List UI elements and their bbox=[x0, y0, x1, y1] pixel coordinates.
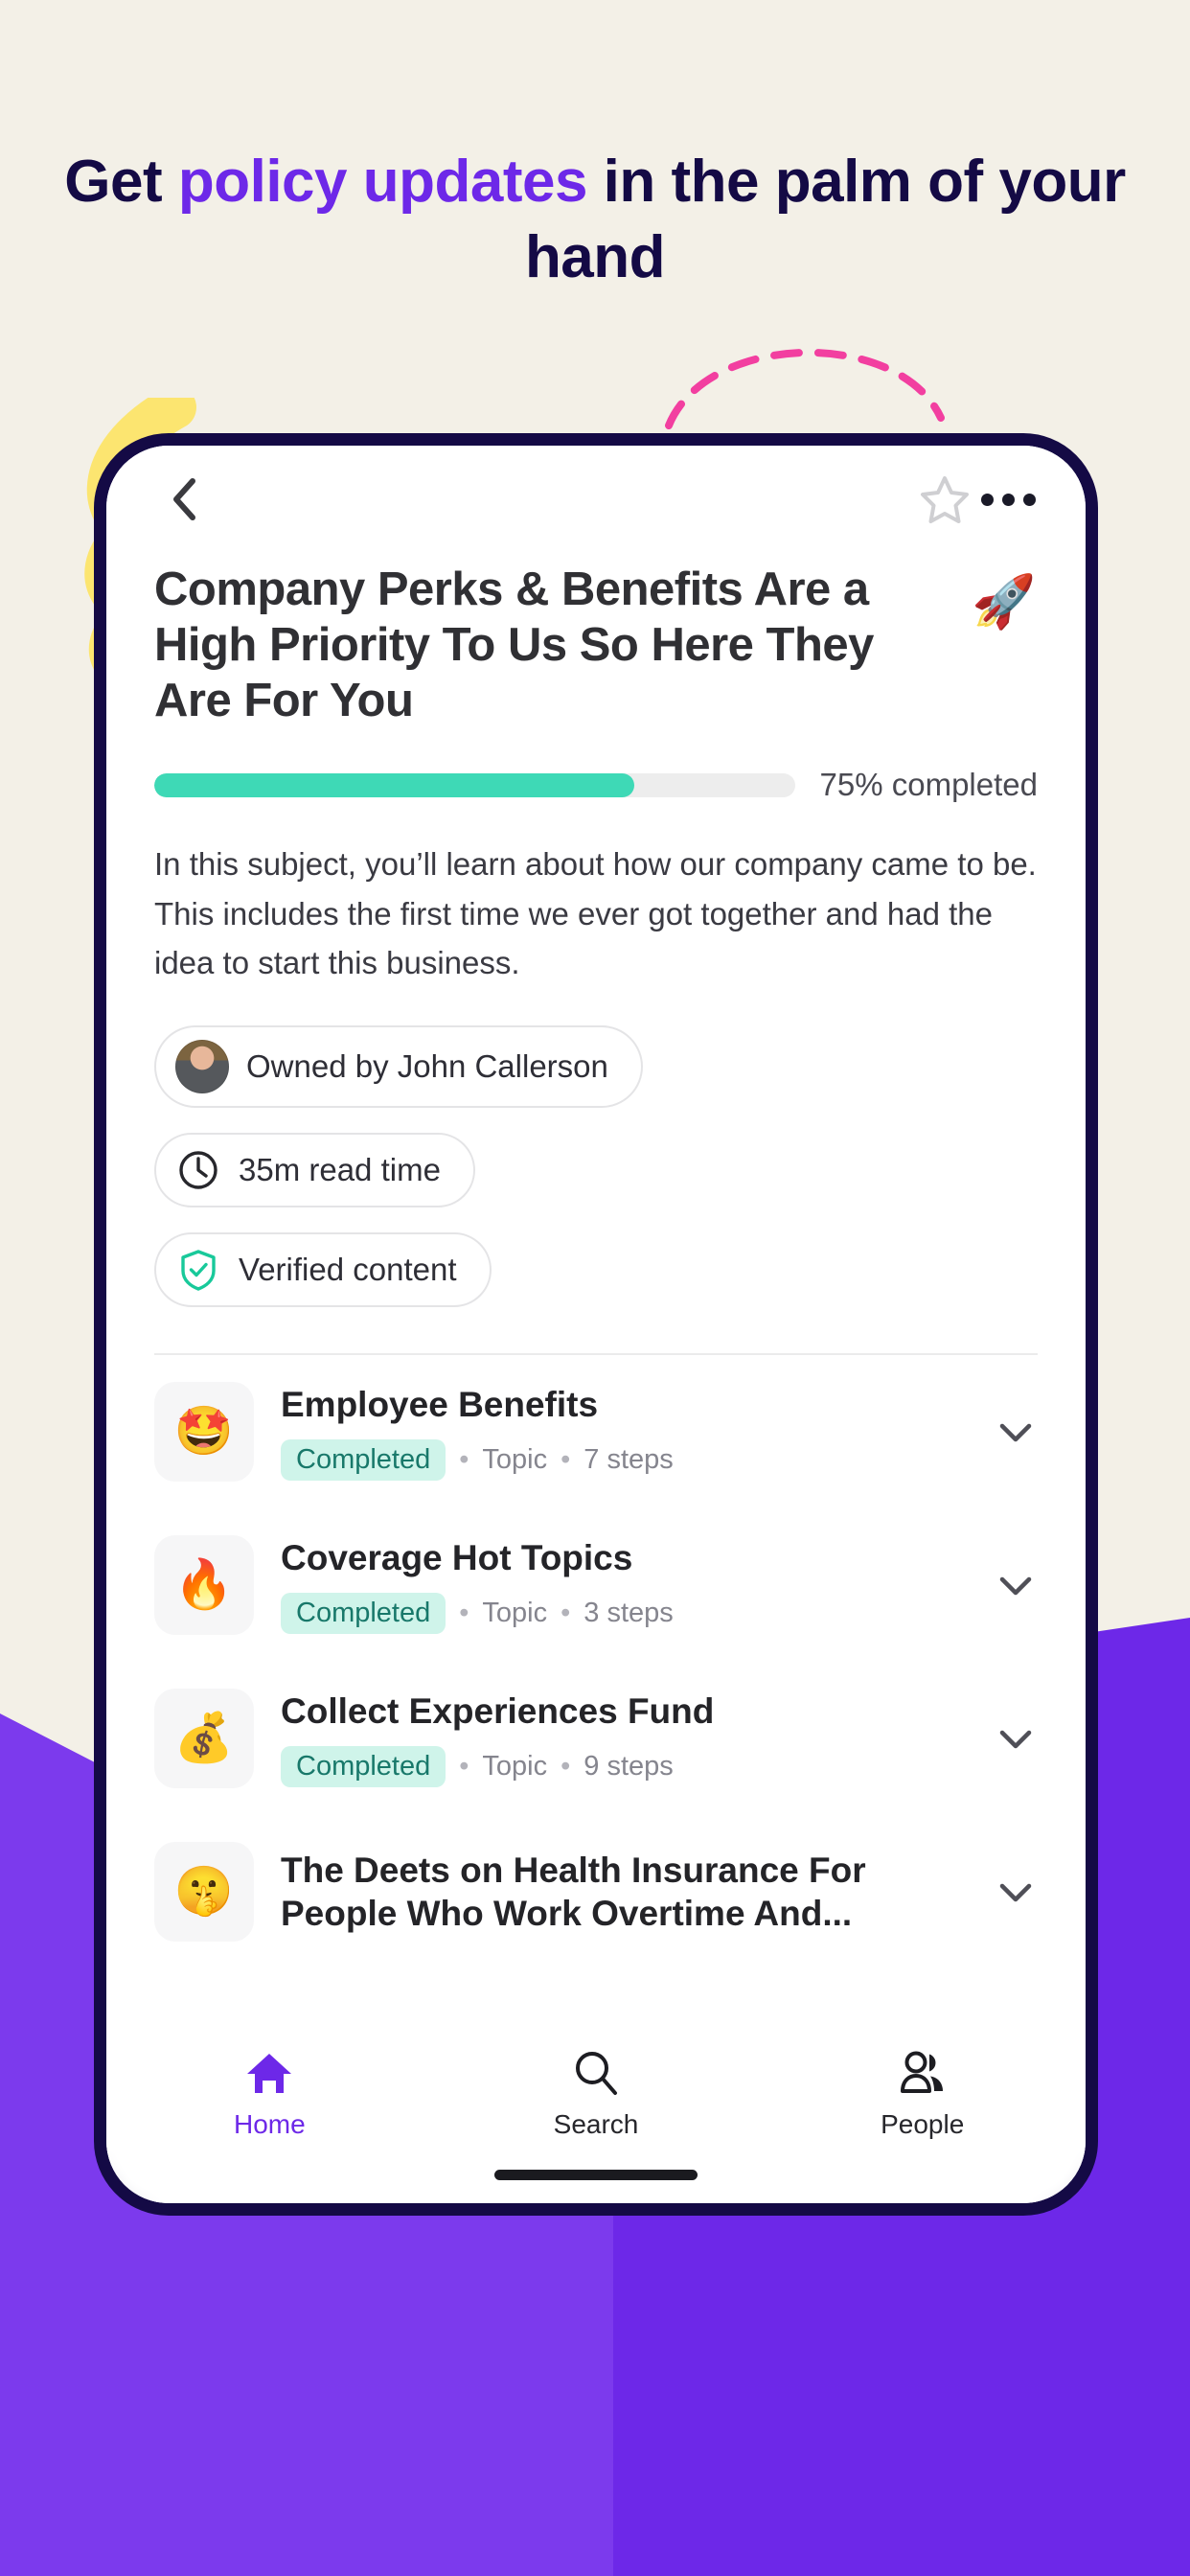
status-badge: Completed bbox=[281, 1745, 446, 1787]
pink-dashed-arc-decoration bbox=[665, 348, 945, 429]
more-options-button[interactable] bbox=[976, 468, 1040, 531]
headline-accent: policy updates bbox=[177, 149, 588, 215]
phone-screen: Company Perks & Benefits Are a High Prio… bbox=[106, 446, 1086, 2203]
chevron-down-icon[interactable] bbox=[994, 1716, 1038, 1760]
progress-row: 75% completed bbox=[154, 767, 1038, 803]
topic-meta: Completed • Topic • 9 steps bbox=[281, 1745, 967, 1787]
table-row[interactable]: 🤫 The Deets on Health Insurance For Peop… bbox=[154, 1815, 1038, 1968]
chip-owner-label: Owned by John Callerson bbox=[246, 1047, 608, 1084]
rocket-emoji-icon: 🚀 bbox=[972, 573, 1037, 631]
nav-item-home[interactable]: Home bbox=[106, 2048, 433, 2140]
topic-type: Topic bbox=[482, 1597, 548, 1628]
chip-read-time-label: 35m read time bbox=[239, 1151, 441, 1187]
topic-content: Employee Benefits Completed • Topic • 7 … bbox=[281, 1383, 967, 1481]
subject-title: Company Perks & Benefits Are a High Prio… bbox=[154, 564, 874, 726]
chip-read-time[interactable]: 35m read time bbox=[154, 1132, 475, 1208]
subject-title-row: Company Perks & Benefits Are a High Prio… bbox=[154, 563, 1038, 728]
meta-separator: • bbox=[459, 1597, 469, 1628]
nav-label-home: Home bbox=[233, 2109, 306, 2139]
chip-verified-label: Verified content bbox=[239, 1251, 457, 1287]
topic-title: Coverage Hot Topics bbox=[281, 1537, 633, 1577]
progress-label: 75% completed bbox=[819, 767, 1038, 803]
chevron-left-icon bbox=[173, 478, 195, 520]
progress-bar-track bbox=[154, 772, 795, 797]
nav-label-search: Search bbox=[553, 2109, 639, 2139]
home-icon bbox=[247, 2054, 292, 2093]
topic-steps: 7 steps bbox=[584, 1443, 674, 1475]
subject-description: In this subject, you’ll learn about how … bbox=[154, 846, 1037, 980]
topic-list: 🤩 Employee Benefits Completed • Topic • … bbox=[106, 1355, 1086, 1968]
progress-bar-fill bbox=[154, 772, 635, 797]
clock-icon bbox=[179, 1151, 217, 1189]
topic-title: Employee Benefits bbox=[281, 1384, 599, 1424]
nav-label-people: People bbox=[881, 2109, 965, 2139]
topic-emoji-icon: 🔥 bbox=[154, 1534, 254, 1635]
nav-item-people[interactable]: People bbox=[759, 2048, 1086, 2140]
table-row[interactable]: 🤩 Employee Benefits Completed • Topic • … bbox=[154, 1355, 1038, 1508]
topic-content: Coverage Hot Topics Completed • Topic • … bbox=[281, 1536, 967, 1634]
subject-header: Company Perks & Benefits Are a High Prio… bbox=[106, 553, 1086, 1355]
status-badge: Completed bbox=[281, 1592, 446, 1634]
meta-separator: • bbox=[459, 1750, 469, 1782]
shield-check-icon bbox=[181, 1250, 216, 1291]
chip-verified[interactable]: Verified content bbox=[154, 1231, 492, 1307]
topic-content: Collect Experiences Fund Completed • Top… bbox=[281, 1690, 967, 1787]
people-icon bbox=[900, 2051, 943, 2093]
back-button[interactable] bbox=[152, 468, 216, 531]
more-horizontal-icon bbox=[980, 493, 1036, 506]
home-indicator bbox=[494, 2170, 698, 2180]
chevron-down-icon[interactable] bbox=[994, 1563, 1038, 1607]
meta-separator: • bbox=[561, 1750, 571, 1782]
subject-meta-chips: Owned by John Callerson 35m read time Ve… bbox=[154, 1024, 1038, 1332]
star-outline-icon bbox=[921, 476, 969, 523]
topic-meta: Completed • Topic • 3 steps bbox=[281, 1592, 967, 1634]
topic-type: Topic bbox=[482, 1443, 548, 1475]
topic-meta: Completed • Topic • 7 steps bbox=[281, 1438, 967, 1481]
topic-title: Collect Experiences Fund bbox=[281, 1690, 715, 1731]
topic-steps: 9 steps bbox=[584, 1750, 674, 1782]
favorite-button[interactable] bbox=[913, 468, 976, 531]
topic-steps: 3 steps bbox=[584, 1597, 674, 1628]
chip-owner[interactable]: Owned by John Callerson bbox=[154, 1024, 643, 1108]
headline-part-pre: Get bbox=[64, 149, 178, 215]
topic-emoji-icon: 💰 bbox=[154, 1688, 254, 1788]
topic-type: Topic bbox=[482, 1750, 548, 1782]
meta-separator: • bbox=[561, 1597, 571, 1628]
nav-item-search[interactable]: Search bbox=[433, 2048, 760, 2140]
topic-emoji-icon: 🤫 bbox=[154, 1841, 254, 1942]
chevron-down-icon[interactable] bbox=[994, 1410, 1038, 1454]
avatar bbox=[175, 1039, 229, 1093]
hero-headline: Get policy updates in the palm of your h… bbox=[0, 144, 1190, 296]
phone-device-frame: Company Perks & Benefits Are a High Prio… bbox=[94, 433, 1098, 2216]
chevron-down-icon[interactable] bbox=[994, 1870, 1038, 1914]
topic-title: The Deets on Health Insurance For People… bbox=[281, 1850, 866, 1933]
topic-content: The Deets on Health Insurance For People… bbox=[281, 1849, 967, 1935]
topic-emoji-icon: 🤩 bbox=[154, 1381, 254, 1482]
status-badge: Completed bbox=[281, 1438, 446, 1481]
table-row[interactable]: 💰 Collect Experiences Fund Completed • T… bbox=[154, 1662, 1038, 1815]
table-row[interactable]: 🔥 Coverage Hot Topics Completed • Topic … bbox=[154, 1508, 1038, 1662]
search-icon bbox=[576, 2052, 617, 2095]
meta-separator: • bbox=[459, 1443, 469, 1475]
headline-part-post: in the palm of your hand bbox=[524, 149, 1126, 291]
meta-separator: • bbox=[561, 1443, 571, 1475]
app-top-bar bbox=[106, 446, 1086, 553]
